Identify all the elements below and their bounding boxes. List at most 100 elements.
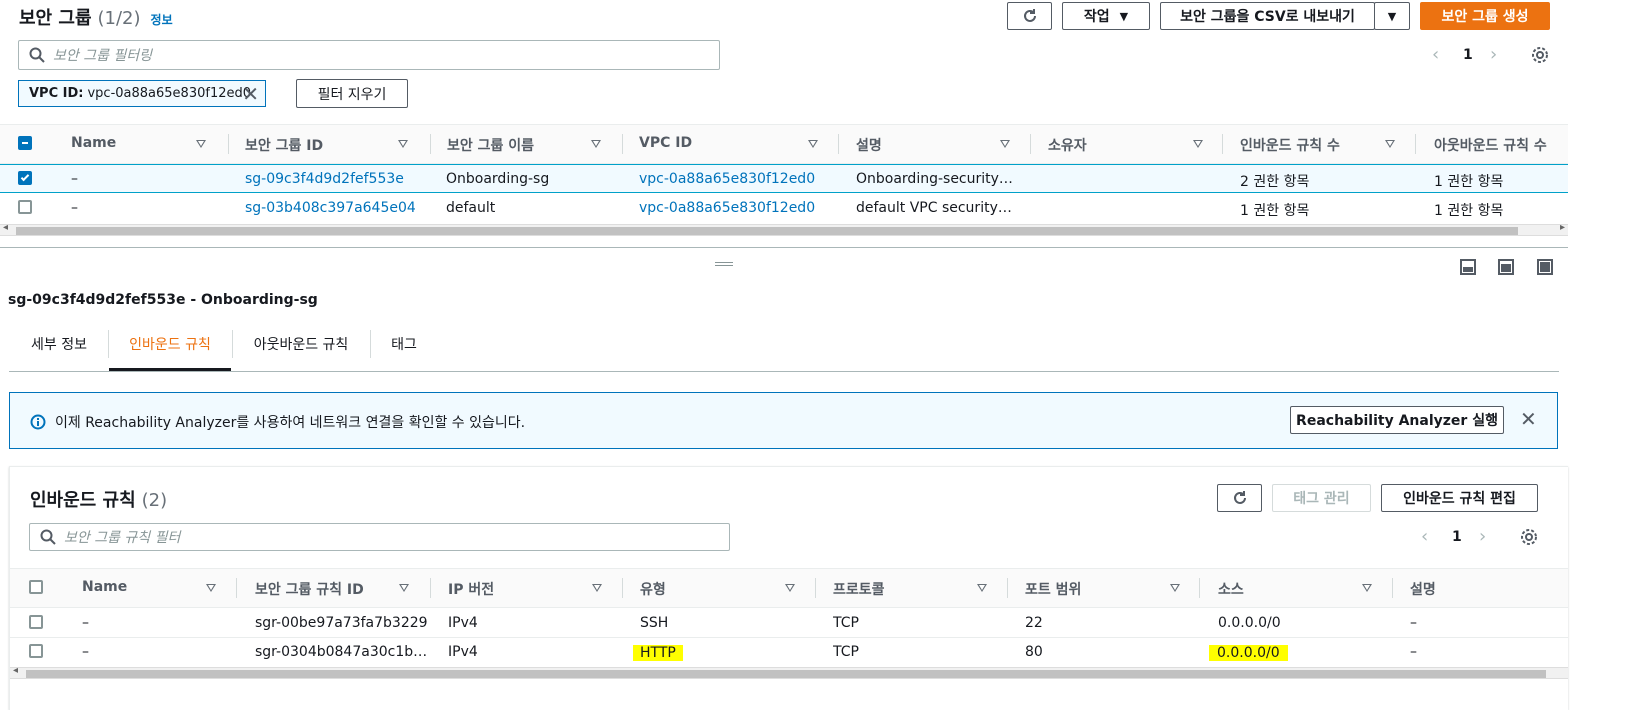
column-header-ip-version[interactable]: IP 버전 bbox=[448, 579, 494, 599]
security-group-filter-input[interactable]: 보안 그룹 필터링 bbox=[18, 40, 720, 70]
actions-dropdown-button[interactable]: 작업 ▼ bbox=[1062, 2, 1150, 30]
column-header-vpc-id[interactable]: VPC ID bbox=[639, 135, 692, 151]
scroll-thumb[interactable] bbox=[26, 670, 1546, 678]
row-protocol: TCP bbox=[833, 615, 859, 631]
refresh-button[interactable] bbox=[1007, 2, 1052, 30]
close-icon[interactable]: ✕ bbox=[1520, 407, 1537, 431]
next-page-icon[interactable]: › bbox=[1479, 526, 1486, 547]
scroll-right-icon[interactable]: ▸ bbox=[1560, 222, 1565, 233]
column-header-owner[interactable]: 소유자 bbox=[1048, 135, 1087, 155]
column-header-sg-name[interactable]: 보안 그룹 이름 bbox=[447, 135, 534, 155]
sort-icon[interactable] bbox=[1000, 140, 1010, 148]
rule-filter-placeholder: 보안 그룹 규칙 필터 bbox=[64, 530, 181, 546]
row-name: – bbox=[71, 200, 78, 216]
sort-icon[interactable] bbox=[1170, 584, 1180, 592]
column-header-outbound-count[interactable]: 아웃바운드 규칙 수 bbox=[1434, 135, 1547, 155]
manage-tags-button[interactable]: 태그 관리 bbox=[1272, 484, 1371, 512]
search-icon bbox=[29, 47, 45, 63]
sort-icon[interactable] bbox=[1193, 140, 1203, 148]
sort-icon[interactable] bbox=[206, 584, 216, 592]
scroll-left-icon[interactable]: ◂ bbox=[13, 665, 18, 676]
panel-full-icon[interactable] bbox=[1537, 259, 1553, 275]
clear-filters-button[interactable]: 필터 지우기 bbox=[296, 79, 408, 108]
close-icon[interactable]: ✕ bbox=[242, 82, 259, 106]
row-checkbox[interactable] bbox=[18, 200, 32, 214]
sort-icon[interactable] bbox=[592, 584, 602, 592]
row-type: SSH bbox=[640, 615, 669, 631]
sort-icon[interactable] bbox=[399, 584, 409, 592]
select-all-checkbox[interactable] bbox=[18, 136, 32, 150]
gear-icon[interactable] bbox=[1520, 528, 1538, 546]
prev-page-icon[interactable]: ‹ bbox=[1432, 44, 1439, 65]
sort-icon[interactable] bbox=[1362, 584, 1372, 592]
inbound-table-horizontal-scrollbar[interactable]: ◂ bbox=[10, 665, 1568, 679]
sort-icon[interactable] bbox=[1385, 140, 1395, 148]
column-header-description[interactable]: 설명 bbox=[856, 135, 882, 155]
column-header-port-range[interactable]: 포트 범위 bbox=[1025, 579, 1081, 599]
page-number[interactable]: 1 bbox=[1452, 529, 1462, 545]
inbound-title: 인바운드 규칙 bbox=[30, 490, 136, 511]
export-csv-dropdown-button[interactable]: ▼ bbox=[1374, 2, 1410, 30]
export-csv-label: 보안 그룹을 CSV로 내보내기 bbox=[1180, 9, 1355, 25]
run-reachability-analyzer-button[interactable]: Reachability Analyzer 실행 bbox=[1290, 406, 1504, 434]
edit-inbound-rules-button[interactable]: 인바운드 규칙 편집 bbox=[1381, 484, 1538, 512]
column-header-name[interactable]: Name bbox=[71, 135, 116, 151]
row-sg-id-link[interactable]: sg-03b408c397a645e04 bbox=[245, 200, 416, 216]
prev-page-icon[interactable]: ‹ bbox=[1421, 526, 1428, 547]
column-header-rule-id[interactable]: 보안 그룹 규칙 ID bbox=[255, 579, 364, 599]
sort-icon[interactable] bbox=[196, 140, 206, 148]
inbound-count: (2) bbox=[141, 490, 168, 511]
column-header-sg-id[interactable]: 보안 그룹 ID bbox=[245, 135, 323, 155]
refresh-icon bbox=[1023, 9, 1036, 22]
tab-outbound-rules[interactable]: 아웃바운드 규칙 bbox=[233, 326, 369, 362]
sg-table-horizontal-scrollbar[interactable]: ◂ ▸ bbox=[0, 222, 1568, 236]
sort-icon[interactable] bbox=[977, 584, 987, 592]
row-source: 0.0.0.0/0 bbox=[1209, 645, 1288, 661]
row-description: default VPC security gr… bbox=[856, 200, 1016, 216]
next-page-icon[interactable]: › bbox=[1490, 44, 1497, 65]
column-header-inbound-count[interactable]: 인바운드 규칙 수 bbox=[1240, 135, 1340, 155]
export-csv-button[interactable]: 보안 그룹을 CSV로 내보내기 bbox=[1160, 2, 1375, 30]
column-header-protocol[interactable]: 프로토콜 bbox=[833, 579, 885, 599]
tab-tags[interactable]: 태그 bbox=[371, 326, 437, 362]
row-name: – bbox=[71, 171, 78, 187]
gear-icon[interactable] bbox=[1531, 46, 1549, 64]
row-description: – bbox=[1410, 615, 1417, 631]
row-checkbox[interactable] bbox=[18, 171, 32, 185]
column-header-name[interactable]: Name bbox=[82, 579, 127, 595]
rule-filter-input[interactable]: 보안 그룹 규칙 필터 bbox=[29, 523, 730, 551]
scroll-left-icon[interactable]: ◂ bbox=[3, 222, 8, 233]
row-sg-name: default bbox=[446, 200, 496, 216]
page-number[interactable]: 1 bbox=[1463, 47, 1473, 63]
info-link[interactable]: 정보 bbox=[151, 11, 173, 28]
drag-handle-icon[interactable] bbox=[715, 262, 733, 266]
info-icon bbox=[30, 414, 46, 430]
row-checkbox[interactable] bbox=[29, 644, 43, 658]
panel-bottom-icon[interactable] bbox=[1460, 259, 1476, 275]
row-vpc-link[interactable]: vpc-0a88a65e830f12ed0 bbox=[639, 200, 815, 216]
row-name: – bbox=[82, 615, 89, 631]
row-vpc-link[interactable]: vpc-0a88a65e830f12ed0 bbox=[639, 171, 815, 187]
page-count: (1/2) bbox=[97, 8, 141, 29]
sort-icon[interactable] bbox=[591, 140, 601, 148]
row-sg-id-link[interactable]: sg-09c3f4d9d2fef553e bbox=[245, 171, 404, 187]
select-all-checkbox[interactable] bbox=[29, 580, 43, 594]
refresh-button[interactable] bbox=[1217, 484, 1262, 512]
caret-down-icon: ▼ bbox=[1387, 9, 1397, 23]
sort-icon[interactable] bbox=[808, 140, 818, 148]
tabs-divider bbox=[9, 371, 1559, 372]
clear-filters-label: 필터 지우기 bbox=[317, 86, 387, 103]
panel-side-icon[interactable] bbox=[1498, 259, 1514, 275]
column-header-type[interactable]: 유형 bbox=[640, 579, 666, 599]
sort-icon[interactable] bbox=[785, 584, 795, 592]
row-checkbox[interactable] bbox=[29, 615, 43, 629]
column-header-description[interactable]: 설명 bbox=[1410, 579, 1436, 599]
tab-details[interactable]: 세부 정보 bbox=[10, 326, 108, 362]
create-security-group-button[interactable]: 보안 그룹 생성 bbox=[1420, 2, 1550, 30]
tab-inbound-rules[interactable]: 인바운드 규칙 bbox=[109, 326, 231, 362]
refresh-icon bbox=[1233, 491, 1246, 504]
sort-icon[interactable] bbox=[398, 140, 408, 148]
split-panel-divider[interactable] bbox=[0, 247, 1568, 248]
column-header-source[interactable]: 소스 bbox=[1218, 579, 1244, 599]
scroll-thumb[interactable] bbox=[16, 227, 1518, 235]
